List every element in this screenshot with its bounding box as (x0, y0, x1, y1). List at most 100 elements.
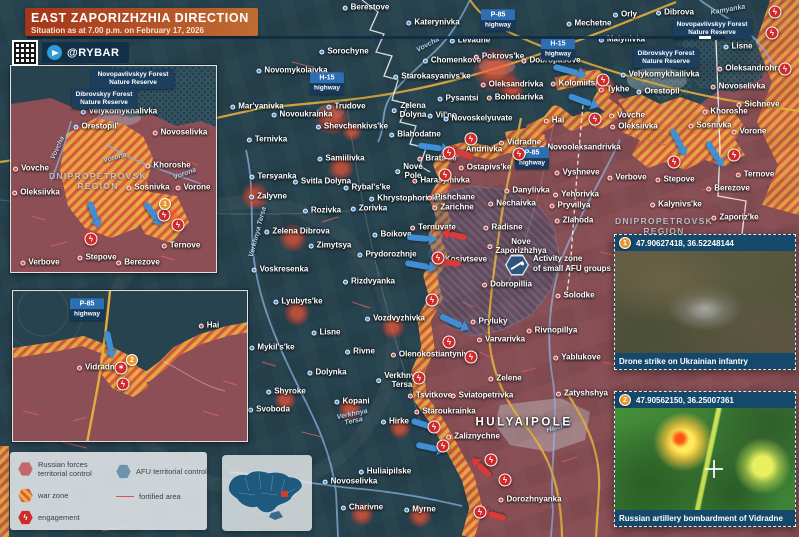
advance-arrow-blue (407, 234, 429, 242)
advance-arrow-blue (568, 93, 593, 107)
town-label: Ternivka (247, 136, 287, 145)
town-label: Oleksiivka (12, 189, 60, 198)
town-marker-dot (477, 337, 482, 342)
engagement-icon: ϟ (465, 351, 478, 364)
town-marker-dot (444, 116, 449, 121)
town-marker-dot (553, 192, 558, 197)
town-name: Oleksiivka (20, 189, 60, 198)
town-label: Tersyanka (250, 173, 297, 182)
town-marker-dot (250, 174, 255, 179)
scale-notch (699, 36, 711, 39)
town-label: Vovche (13, 165, 49, 174)
town-label: Stepove (655, 176, 694, 185)
town-label: Kopani (334, 398, 369, 407)
town-marker-dot (711, 84, 716, 89)
photo-badge: 2 (619, 394, 631, 406)
advance-arrow-blue (87, 201, 99, 222)
town-marker-dot (359, 469, 364, 474)
advance-arrow-blue (143, 201, 159, 221)
town-marker-dot (428, 113, 433, 118)
advance-arrow-blue (104, 331, 114, 352)
town-marker-dot (303, 208, 308, 213)
town-label: Rivne (345, 348, 375, 357)
town-marker-dot (427, 195, 432, 200)
town-marker-dot (273, 299, 278, 304)
town-marker-dot (116, 260, 121, 265)
town-name: Mechetne (575, 20, 612, 29)
town-marker-dot (230, 104, 235, 109)
town-marker-dot (521, 58, 526, 63)
town-label: Rizdvyanka (343, 278, 395, 287)
legend-item-afu-control: AFU territorial control (116, 464, 207, 479)
legend-item-war-zone: war zone (18, 488, 68, 503)
town-name: Pishchane (435, 194, 475, 203)
town-label: Verbove (607, 174, 646, 183)
channel-bar: @RYBAR (42, 42, 129, 63)
advance-arrow-blue (418, 142, 443, 151)
town-marker-dot (553, 355, 558, 360)
crosshair-icon (705, 460, 723, 478)
town-name: Verbove (28, 259, 59, 268)
town-marker-dot (408, 393, 413, 398)
town-label: Sosnivka (126, 184, 169, 193)
engagement-icon: ϟ (499, 474, 512, 487)
town-marker-dot (334, 399, 339, 404)
town-marker-dot (249, 194, 254, 199)
legend-item-russian-control: Russian forces territorial control (18, 460, 92, 478)
town-label: Hirke (381, 418, 409, 427)
town-marker-dot (423, 58, 428, 63)
town-name: Stepove (85, 254, 116, 263)
river-label: Vovcha (50, 135, 67, 160)
town-name: Blahodatne (397, 131, 441, 140)
town-marker-dot (717, 66, 722, 71)
town-marker-dot (621, 72, 626, 77)
town-marker-dot (487, 95, 492, 100)
highway-label: P-85highway (481, 9, 515, 31)
town-marker-dot (404, 507, 409, 512)
highway-code: H-15 (310, 72, 344, 83)
town-label: Ternove (162, 242, 201, 251)
town-marker-dot (450, 38, 455, 43)
engagement-icon: ϟ (728, 149, 741, 162)
town-label: Velykomykhalivka (81, 108, 158, 117)
town-label: Radisne (483, 224, 522, 233)
town-name: Stepove (663, 176, 694, 185)
town-marker-dot (567, 21, 572, 26)
town-label: Lisne (312, 329, 341, 338)
town-marker-dot (293, 179, 298, 184)
town-label: Novoskelyuvate (444, 115, 513, 124)
town-name: Solodke (563, 292, 594, 301)
town-name: Zelena Dolyna (400, 102, 427, 120)
town-name: Hai (207, 322, 219, 331)
town-label: Pryvillya (550, 202, 591, 211)
town-name: Novoselivka (331, 478, 378, 487)
legend-label: AFU territorial control (136, 467, 207, 476)
region-label: DNIPROPETROVSK REGION (615, 216, 713, 236)
town-name: Orly (621, 11, 637, 20)
town-marker-dot (343, 5, 348, 10)
advance-arrow-red (449, 231, 468, 241)
town-name: Zlahoda (563, 217, 594, 226)
highway-word: highway (541, 49, 575, 60)
town-name: Vovche (617, 112, 645, 121)
town-name: Novoukrainka (280, 111, 333, 120)
town-name: Nechaivka (496, 200, 536, 209)
engagement-icon: ϟ (117, 378, 130, 391)
town-marker-dot (459, 165, 464, 170)
town-name: Zalyvne (257, 193, 287, 202)
town-name: Sosnivka (134, 184, 169, 193)
map-canvas: DNIPROPETROVSK REGIONVovchaKamyankaVerkh… (0, 0, 799, 537)
town-label: Hai (544, 117, 564, 126)
engagement-icon: ϟ (426, 294, 439, 307)
town-label: Dobropillia (482, 281, 532, 290)
town-name: Zarichne (440, 204, 473, 213)
legend-panel: Russian forces territorial control war z… (10, 452, 207, 530)
town-marker-dot (550, 203, 555, 208)
town-name: Kalynivs'ke (658, 201, 702, 210)
legend-label: Russian forces territorial control (38, 460, 92, 478)
engagement-icon: ϟ (769, 6, 782, 19)
town-label: Oleksandrohrad (717, 65, 786, 74)
afu-control-icon (116, 464, 131, 479)
town-marker-dot (312, 330, 317, 335)
engagement-icon: ϟ (172, 219, 185, 232)
